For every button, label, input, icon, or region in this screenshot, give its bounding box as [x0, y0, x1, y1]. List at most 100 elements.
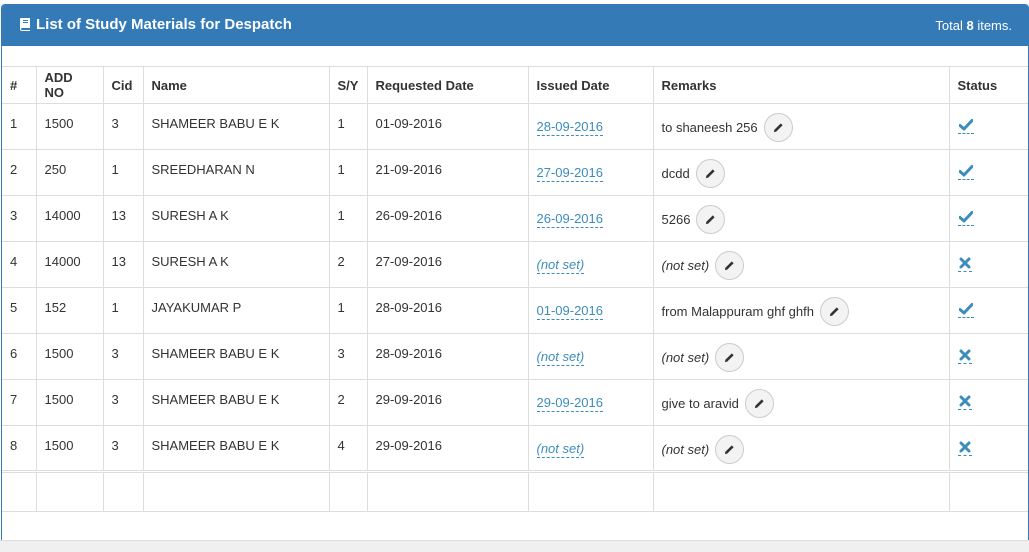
table-row: 4 14000 13 SURESH A K 2 27-09-2016 (not set) (n…	[2, 241, 1028, 288]
col-header-remarks[interactable]: Remarks	[653, 67, 950, 104]
cell-remarks: (not set)	[653, 333, 950, 380]
cell-num: 4	[2, 241, 37, 288]
cell-requested-date: 26-09-2016	[367, 195, 529, 242]
summary: Total 8 items.	[935, 18, 1012, 33]
pencil-icon[interactable]	[715, 251, 745, 280]
summary-count: 8	[966, 18, 974, 33]
remarks-text: to shaneesh 256	[661, 120, 758, 135]
status-toggle[interactable]	[957, 303, 974, 318]
col-header-cid[interactable]: Cid	[103, 67, 144, 104]
cell-remarks: give to aravid	[653, 379, 950, 426]
cross-icon	[959, 257, 971, 269]
cell-sy: 1	[329, 195, 368, 242]
cell-add-no: 14000	[36, 241, 104, 288]
status-toggle[interactable]	[957, 165, 974, 180]
cell-add-no: 1500	[36, 425, 104, 472]
col-header-sy[interactable]: S/Y	[329, 67, 368, 104]
cell-issued-date: (not set)	[528, 425, 654, 472]
pencil-icon[interactable]	[744, 389, 774, 418]
pencil-icon[interactable]	[715, 435, 745, 464]
cell-status	[949, 379, 1028, 426]
header-row: # ADD NO Cid Name S/Y Requested Date Iss…	[2, 67, 1028, 104]
issued-date-editable[interactable]: 29-09-2016	[536, 395, 603, 412]
cell-sy: 4	[329, 425, 368, 472]
status-toggle[interactable]	[957, 119, 974, 134]
cell-remarks: (not set)	[653, 425, 950, 472]
cross-icon	[959, 441, 971, 453]
issued-date-editable[interactable]: (not set)	[536, 349, 585, 366]
issued-date-editable[interactable]: 28-09-2016	[536, 119, 603, 136]
table-row: 6 1500 3 SHAMEER BABU E K 3 28-09-2016 (not se…	[2, 333, 1028, 380]
status-toggle[interactable]	[957, 441, 972, 456]
issued-date-editable[interactable]: (not set)	[536, 257, 585, 274]
cell-sy: 3	[329, 333, 368, 380]
table-row: 5 152 1 JAYAKUMAR P 1 28-09-2016 01-09-2016 fro…	[2, 287, 1028, 334]
cell-add-no: 1500	[36, 103, 104, 150]
pencil-icon[interactable]	[763, 113, 793, 142]
panel-title: List of Study Materials for Despatch	[18, 16, 292, 35]
cell-name: SURESH A K	[143, 195, 330, 242]
cell-sy: 1	[329, 103, 368, 150]
cell-status	[949, 333, 1028, 380]
pencil-icon[interactable]	[695, 159, 725, 188]
issued-date-editable[interactable]: 26-09-2016	[536, 211, 603, 228]
cell-add-no: 1500	[36, 333, 104, 380]
cell-cid: 1	[103, 287, 144, 334]
status-toggle[interactable]	[957, 395, 972, 410]
cell-sy: 2	[329, 379, 368, 426]
cell-remarks: dcdd	[653, 149, 950, 196]
remarks-text: from Malappuram ghf ghfh	[661, 304, 814, 319]
col-header-name[interactable]: Name	[143, 67, 330, 104]
cell-status	[949, 103, 1028, 150]
cross-icon	[959, 349, 971, 361]
col-header-issued-date[interactable]: Issued Date	[528, 67, 654, 104]
table-row: 2 250 1 SREEDHARAN N 1 21-09-2016 27-09-2016 dc…	[2, 149, 1028, 196]
footer-cell	[949, 470, 1028, 512]
table-row: 3 14000 13 SURESH A K 1 26-09-2016 26-09-2016 5…	[2, 195, 1028, 242]
status-toggle[interactable]	[957, 211, 974, 226]
issued-date-editable[interactable]: (not set)	[536, 441, 585, 458]
footer-cell	[653, 470, 950, 512]
materials-grid: # ADD NO Cid Name S/Y Requested Date Iss…	[2, 66, 1028, 512]
footer-cell	[367, 470, 529, 512]
col-header-status[interactable]: Status	[949, 67, 1028, 104]
cell-remarks: (not set)	[653, 241, 950, 288]
table-row: 1 1500 3 SHAMEER BABU E K 1 01-09-2016 28-09-2…	[2, 103, 1028, 150]
materials-panel: List of Study Materials for Despatch Tot…	[1, 4, 1029, 552]
issued-date-editable[interactable]: 01-09-2016	[536, 303, 603, 320]
status-toggle[interactable]	[957, 349, 972, 364]
cell-requested-date: 28-09-2016	[367, 287, 529, 334]
col-header-num: #	[2, 67, 37, 104]
cell-status	[949, 425, 1028, 472]
cell-cid: 3	[103, 425, 144, 472]
cell-name: JAYAKUMAR P	[143, 287, 330, 334]
cell-add-no: 1500	[36, 379, 104, 426]
cell-name: SHAMEER BABU E K	[143, 103, 330, 150]
cell-name: SURESH A K	[143, 241, 330, 288]
cell-name: SHAMEER BABU E K	[143, 425, 330, 472]
summary-suffix: items.	[977, 18, 1012, 33]
col-header-requested-date[interactable]: Requested Date	[367, 67, 529, 104]
status-toggle[interactable]	[957, 257, 972, 272]
pencil-icon[interactable]	[715, 343, 745, 372]
remarks-text: (not set)	[661, 258, 710, 273]
pencil-icon[interactable]	[696, 205, 726, 234]
footer-cell	[103, 470, 144, 512]
pencil-icon[interactable]	[819, 297, 849, 326]
cell-issued-date: (not set)	[528, 333, 654, 380]
footer-row	[2, 470, 1028, 512]
col-header-add-no[interactable]: ADD NO	[36, 67, 104, 104]
cell-remarks: to shaneesh 256	[653, 103, 950, 150]
cell-requested-date: 28-09-2016	[367, 333, 529, 380]
book-icon	[18, 17, 32, 35]
cell-sy: 2	[329, 241, 368, 288]
cell-requested-date: 29-09-2016	[367, 379, 529, 426]
footer-cell	[143, 470, 330, 512]
cell-status	[949, 287, 1028, 334]
cell-num: 2	[2, 149, 37, 196]
cell-issued-date: (not set)	[528, 241, 654, 288]
cell-cid: 1	[103, 149, 144, 196]
issued-date-editable[interactable]: 27-09-2016	[536, 165, 603, 182]
cell-num: 3	[2, 195, 37, 242]
page-bottom-bar	[0, 540, 1029, 552]
